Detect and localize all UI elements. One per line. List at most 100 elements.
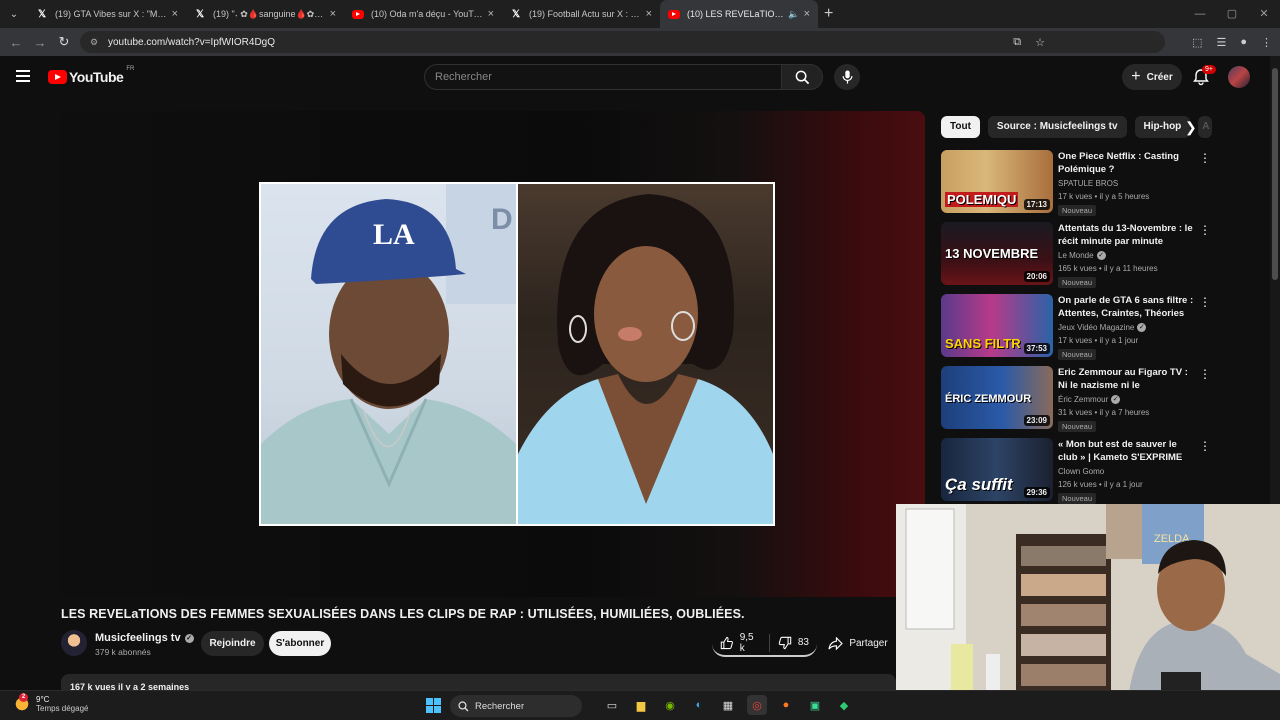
close-icon[interactable]: × (172, 8, 178, 20)
weather-temperature: 9°C (36, 695, 50, 704)
address-bar[interactable]: ⚙ youtube.com/watch?v=IpfWIOR4DgQ ⧉ ☆ (80, 31, 1165, 53)
recommendation-channel[interactable]: Le Monde (1058, 251, 1094, 260)
more-options-icon[interactable]: ⋮ (1199, 368, 1211, 380)
recommendation-channel-row[interactable]: Le Monde ✓ (1058, 251, 1106, 260)
nvidia-icon[interactable]: ◉ (660, 695, 680, 715)
video-thumbnail[interactable]: SANS FILTR 37:53 (941, 294, 1053, 357)
join-button[interactable]: Rejoindre (201, 631, 264, 656)
video-thumbnail[interactable]: 13 NOVEMBRE 20:06 (941, 222, 1053, 285)
more-options-icon[interactable]: ⋮ (1199, 224, 1211, 236)
chip-all[interactable]: Tout (941, 116, 980, 138)
task-view-icon[interactable]: ▭ (602, 695, 622, 715)
store-icon[interactable]: ▦ (718, 695, 738, 715)
cast-icon[interactable]: ⧉ (1013, 36, 1021, 49)
voice-search-button[interactable] (834, 64, 860, 90)
browser-tab[interactable]: (10) Oda m'a déçu - YouTube × (344, 0, 502, 28)
channel-avatar[interactable] (61, 630, 87, 656)
tab-title: (10) LES REVELaTIONS DES (687, 9, 786, 19)
bookmark-star-icon[interactable]: ☆ (1035, 36, 1045, 49)
thumbnail-text: ÉRIC ZEMMOUR (945, 393, 1032, 405)
back-icon[interactable]: ← (4, 35, 28, 50)
video-thumbnail[interactable]: ÉRIC ZEMMOUR 23:09 (941, 366, 1053, 429)
menu-icon[interactable]: ⋮ (1261, 36, 1272, 49)
profile-icon[interactable]: ● (1240, 36, 1247, 48)
close-icon[interactable]: × (488, 8, 494, 20)
subscribe-button[interactable]: S'abonner (269, 631, 331, 656)
spotify-like-icon[interactable]: ▣ (805, 695, 825, 715)
chip-hip-hop[interactable]: Hip-hop (1134, 116, 1191, 138)
recommendation-title[interactable]: One Piece Netflix : Casting Polémique ? (1058, 150, 1196, 176)
create-button[interactable]: + Créer (1122, 64, 1182, 90)
close-icon[interactable]: × (804, 8, 810, 20)
recommendation-item[interactable]: Ça suffit 29:36 « Mon but est de sauver … (941, 438, 1211, 504)
dislike-button[interactable]: 83 (770, 636, 817, 650)
youtube-logo[interactable]: YouTube FR (48, 66, 134, 85)
new-badge: Nouveau (1058, 277, 1097, 288)
video-player[interactable]: D LA (61, 111, 925, 597)
more-options-icon[interactable]: ⋮ (1199, 296, 1211, 308)
browser-tab[interactable]: 𝕏 (19) "˖ ✿🩸sanguine🩸✿ ˖" (@ × (186, 0, 344, 28)
maximize-icon[interactable]: ▢ (1216, 0, 1248, 28)
recommendation-channel-row[interactable]: Clown Gomo (1058, 467, 1104, 476)
video-thumbnail[interactable]: POLEMIQU 17:13 (941, 150, 1053, 213)
channel-name-row[interactable]: Musicfeelings tv ✓ (95, 632, 194, 644)
close-icon[interactable]: × (330, 8, 336, 20)
windows-taskbar: 2 9°C Temps dégagé Rechercher ▭ ▆ ◉ ◐ ▦ … (0, 690, 1280, 720)
chip-partial[interactable]: A (1198, 116, 1213, 138)
tab-search-dropdown[interactable]: ⌄ (0, 0, 28, 28)
recommendation-item[interactable]: 13 NOVEMBRE 20:06 Attentats du 13-Novemb… (941, 222, 1211, 288)
search-input[interactable]: Rechercher (424, 64, 782, 90)
more-options-icon[interactable]: ⋮ (1199, 440, 1211, 452)
browser-tab[interactable]: 𝕏 (19) GTA Vibes sur X : "Merci, G × (28, 0, 186, 28)
browser-tab-active[interactable]: (10) LES REVELaTIONS DES 🔈 × (660, 0, 818, 28)
reading-list-icon[interactable]: ☰ (1216, 36, 1226, 49)
extensions-icon[interactable]: ⬚ (1192, 36, 1202, 49)
new-tab-button[interactable]: + (824, 5, 833, 23)
recommendation-item[interactable]: POLEMIQU 17:13 One Piece Netflix : Casti… (941, 150, 1211, 216)
recommendation-item[interactable]: ÉRIC ZEMMOUR 23:09 Eric Zemmour au Figar… (941, 366, 1211, 432)
more-options-icon[interactable]: ⋮ (1199, 152, 1211, 164)
share-button[interactable]: Partager (822, 630, 894, 657)
thumbs-down-icon (778, 636, 792, 649)
recommendation-channel[interactable]: Jeux Vidéo Magazine (1058, 323, 1134, 332)
account-avatar[interactable] (1228, 66, 1250, 88)
firefox-icon[interactable]: ● (776, 695, 796, 715)
channel-name[interactable]: Musicfeelings tv (95, 632, 181, 644)
recommendation-channel-row[interactable]: SPATULE BROS (1058, 179, 1118, 188)
like-button[interactable]: 9,5 k (712, 632, 769, 654)
weather-badge: 2 (19, 693, 28, 702)
site-info-icon[interactable]: ⚙ (90, 37, 100, 47)
recommendation-channel[interactable]: SPATULE BROS (1058, 179, 1118, 188)
file-explorer-icon[interactable]: ▆ (631, 695, 651, 715)
reload-icon[interactable]: ↻ (52, 34, 76, 50)
hamburger-menu-icon[interactable] (16, 70, 30, 82)
recommendation-channel[interactable]: Éric Zemmour (1058, 395, 1108, 404)
minimize-icon[interactable]: — (1184, 0, 1216, 28)
recommendation-channel[interactable]: Clown Gomo (1058, 467, 1104, 476)
browser-tab[interactable]: 𝕏 (19) Football Actu sur X : "Lucas × (502, 0, 660, 28)
chrome-icon[interactable]: ◎ (747, 695, 767, 715)
recommendation-title[interactable]: Eric Zemmour au Figaro TV : Ni le nazism… (1058, 366, 1196, 392)
recommendation-title[interactable]: « Mon but est de sauver le club » | Kame… (1058, 438, 1196, 464)
taskbar-search[interactable]: Rechercher (450, 695, 582, 717)
search-button[interactable] (781, 64, 823, 90)
youtube-play-icon (48, 70, 67, 84)
chevron-right-icon[interactable]: ❯ (1185, 119, 1197, 136)
chip-source[interactable]: Source : Musicfeelings tv (987, 116, 1127, 138)
app-icon[interactable]: ◆ (834, 695, 854, 715)
recommendation-title[interactable]: On parle de GTA 6 sans filtre : Attentes… (1058, 294, 1196, 320)
recommendation-channel-row[interactable]: Jeux Vidéo Magazine ✓ (1058, 323, 1147, 332)
video-thumbnail[interactable]: Ça suffit 29:36 (941, 438, 1053, 501)
weather-widget[interactable]: 2 9°C Temps dégagé (14, 693, 88, 713)
recommendation-item[interactable]: SANS FILTR 37:53 On parle de GTA 6 sans … (941, 294, 1211, 360)
speaker-icon[interactable]: 🔈 (788, 9, 799, 20)
recommendation-title[interactable]: Attentats du 13-Novembre : le récit minu… (1058, 222, 1196, 248)
recommendation-channel-row[interactable]: Éric Zemmour ✓ (1058, 395, 1121, 404)
close-window-icon[interactable]: ✕ (1248, 0, 1280, 28)
windows-start-icon[interactable] (426, 698, 441, 713)
video-title: LES REVELaTIONS DES FEMMES SEXUALISÉES D… (61, 607, 745, 621)
edge-icon[interactable]: ◐ (689, 695, 709, 715)
forward-icon[interactable]: → (28, 35, 52, 50)
scrollbar-thumb[interactable] (1272, 68, 1278, 280)
close-icon[interactable]: × (646, 8, 652, 20)
